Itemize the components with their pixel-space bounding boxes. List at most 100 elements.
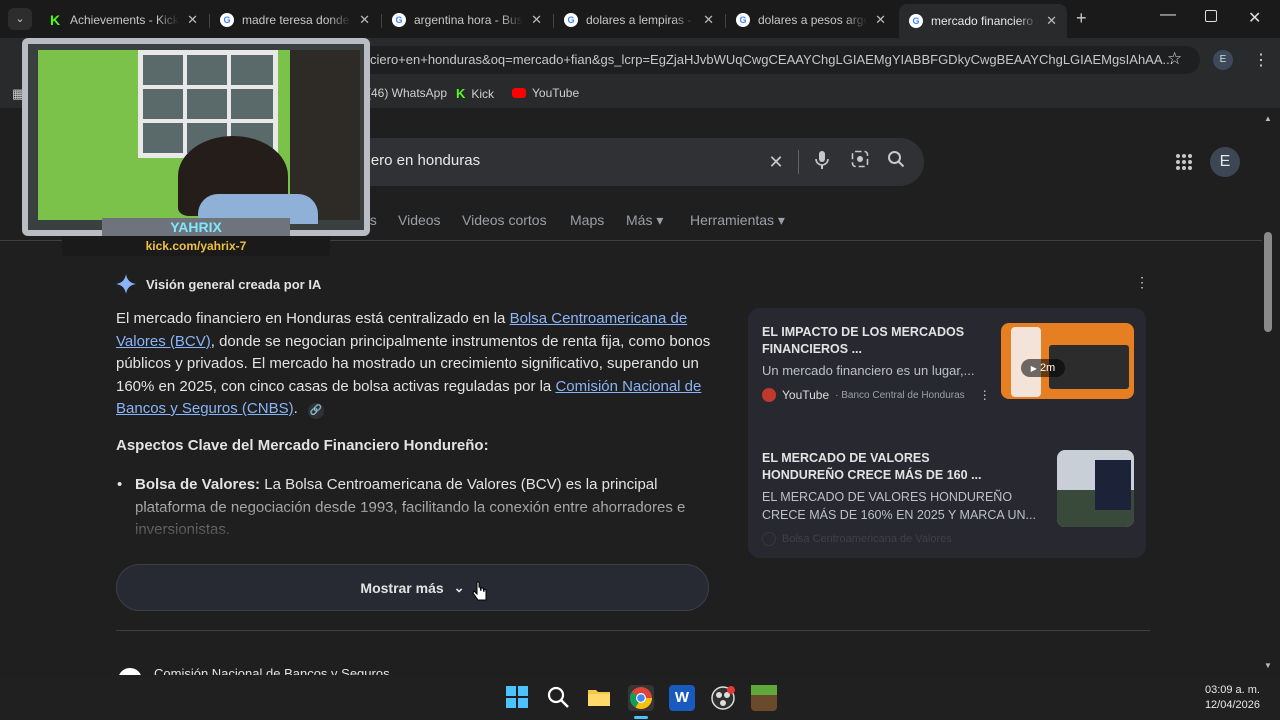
search-input[interactable]: ciero en honduras ✕ [340, 138, 924, 186]
google-icon: G [392, 13, 406, 27]
account-avatar[interactable]: E [1210, 147, 1240, 177]
minimize-button[interactable]: — [1160, 6, 1176, 24]
bookmark-label: (46) WhatsApp [367, 86, 448, 100]
close-tab-icon[interactable]: ✕ [1046, 13, 1057, 29]
bookmark-star-icon[interactable]: ☆ [1167, 49, 1182, 69]
new-tab-button[interactable]: + [1076, 8, 1087, 29]
search-icon[interactable] [884, 150, 908, 174]
play-icon: ▶ [1030, 363, 1037, 373]
tab-label: mercado financiero e [931, 14, 1039, 28]
video-channel: · Banco Central de Honduras [835, 389, 965, 401]
source-logo [762, 532, 776, 546]
tab-more[interactable]: Más ▾ [626, 212, 663, 229]
search-divider [798, 150, 799, 174]
obs-icon[interactable] [710, 685, 736, 711]
result-site-name[interactable]: Comisión Nacional de Bancos y Seguros [154, 666, 390, 675]
thumbnail-building [1095, 460, 1131, 510]
browser-menu-icon[interactable]: ⋮ [1253, 50, 1269, 70]
taskbar-search-icon[interactable] [546, 685, 572, 711]
video-menu-icon[interactable]: ⋮ [979, 388, 991, 402]
clock-time: 03:09 a. m. [1204, 684, 1260, 696]
channel-logo [762, 388, 776, 402]
tab-4[interactable]: G dolares a lempiras - E ✕ [554, 6, 724, 34]
close-tab-icon[interactable]: ✕ [187, 12, 198, 28]
close-window-button[interactable]: ✕ [1248, 8, 1261, 28]
bookmark-kick[interactable]: K Kick [456, 86, 494, 101]
mouse-cursor-icon [472, 580, 488, 607]
faded-source-name: Bolsa Centroamericana de Valores [782, 533, 952, 545]
camera-lens-icon[interactable] [848, 150, 872, 174]
video-platform: YouTube [782, 388, 830, 402]
google-apps-icon[interactable] [1175, 153, 1193, 176]
tab-videos[interactable]: Videos [398, 212, 441, 228]
ai-overview-header: Visión general creada por IA [116, 274, 321, 294]
text-fade-overlay [100, 488, 740, 548]
bookmark-whatsapp[interactable]: (46) WhatsApp [367, 86, 447, 100]
ai-overview-menu-icon[interactable]: ⋮ [1135, 274, 1149, 291]
tab-2[interactable]: G madre teresa donde ✕ [210, 6, 380, 34]
word-icon[interactable]: W [669, 685, 695, 711]
windows-start-icon[interactable] [505, 685, 531, 711]
tab-label: argentina hora - Busc [414, 13, 524, 27]
video-title: EL IMPACTO DE LOS MERCADOS FINANCIEROS .… [762, 325, 965, 356]
aspects-heading: Aspectos Clave del Mercado Financiero Ho… [116, 437, 489, 454]
site-favicon [118, 668, 142, 675]
chrome-icon[interactable] [628, 685, 654, 711]
tab-5[interactable]: G dolares a pesos arge ✕ [726, 6, 896, 34]
link-chain-icon[interactable]: 🔗 [307, 403, 324, 419]
tab-3[interactable]: G argentina hora - Busc ✕ [382, 6, 552, 34]
sparkle-icon [116, 274, 136, 294]
file-explorer-icon[interactable] [587, 685, 613, 711]
tools-button[interactable]: Herramientas ▾ [690, 212, 785, 229]
close-tab-icon[interactable]: ✕ [703, 12, 714, 28]
youtube-icon [512, 88, 526, 98]
tab-1[interactable]: K Achievements - Kick ✕ [38, 6, 208, 34]
tab-6-active[interactable]: G mercado financiero e ✕ [899, 4, 1067, 38]
active-app-indicator [634, 716, 648, 719]
show-more-button[interactable]: Mostrar más ⌄ [116, 564, 709, 611]
webcam-frame [22, 38, 370, 236]
clock-date: 12/04/2026 [1204, 699, 1260, 711]
close-tab-icon[interactable]: ✕ [359, 12, 370, 28]
video-description: Un mercado financiero es un lugar,... [762, 363, 975, 378]
kick-icon: K [456, 86, 466, 101]
scroll-up-arrow[interactable]: ▲ [1264, 114, 1272, 123]
bookmark-label: YouTube [532, 86, 580, 100]
tab-label: madre teresa donde [242, 13, 350, 27]
restore-button[interactable] [1205, 10, 1217, 22]
profile-avatar[interactable]: E [1213, 50, 1233, 70]
clear-search-icon[interactable]: ✕ [764, 150, 788, 174]
video-thumbnail[interactable]: ▶ 2m [1001, 323, 1134, 399]
streamer-name: YAHRIX [102, 218, 290, 236]
ai-overview-title: Visión general creada por IA [146, 276, 322, 292]
close-tab-icon[interactable]: ✕ [531, 12, 542, 28]
ai-text: . [293, 400, 298, 417]
kick-icon: K [49, 12, 61, 28]
minecraft-icon[interactable] [751, 685, 777, 711]
video-duration: 2m [1039, 362, 1056, 374]
address-bar[interactable]: ciero+en+honduras&oq=mercado+fian&gs_lcr… [330, 46, 1200, 74]
video-title: EL MERCADO DE VALORES HONDUREÑO CRECE MÁ… [762, 451, 982, 482]
microphone-icon[interactable] [810, 150, 834, 174]
tab-short-videos[interactable]: Videos cortos [462, 212, 547, 228]
system-clock[interactable]: 03:09 a. m. 12/04/2026 [1205, 683, 1260, 713]
tab-label: Achievements - Kick [70, 13, 179, 27]
bookmark-youtube[interactable]: YouTube [512, 86, 579, 100]
tab-search-button[interactable]: ⌄ [8, 8, 32, 30]
video-thumbnail[interactable] [1057, 450, 1134, 527]
bookmark-label: Kick [471, 86, 495, 101]
google-icon: G [564, 13, 578, 27]
video-description: EL MERCADO DE VALORES HONDUREÑO CRECE MÁ… [762, 490, 1036, 522]
streamer-channel-url: kick.com/yahrix-7 [62, 236, 330, 256]
ai-overview-paragraph: El mercado financiero en Honduras está c… [116, 308, 716, 421]
page-scrollbar[interactable] [1264, 232, 1272, 332]
scroll-down-arrow[interactable]: ▼ [1264, 661, 1272, 670]
search-query: ciero en honduras [360, 152, 481, 169]
duration-badge: ▶ 2m [1021, 359, 1065, 377]
close-tab-icon[interactable]: ✕ [875, 12, 886, 28]
chevron-down-icon: ⌄ [453, 579, 465, 595]
webcam-overlay: YAHRIX kick.com/yahrix-7 [22, 38, 370, 258]
tab-maps[interactable]: Maps [570, 212, 604, 228]
video-results-panel: EL IMPACTO DE LOS MERCADOS FINANCIEROS .… [748, 308, 1146, 558]
result-divider [116, 630, 1150, 631]
